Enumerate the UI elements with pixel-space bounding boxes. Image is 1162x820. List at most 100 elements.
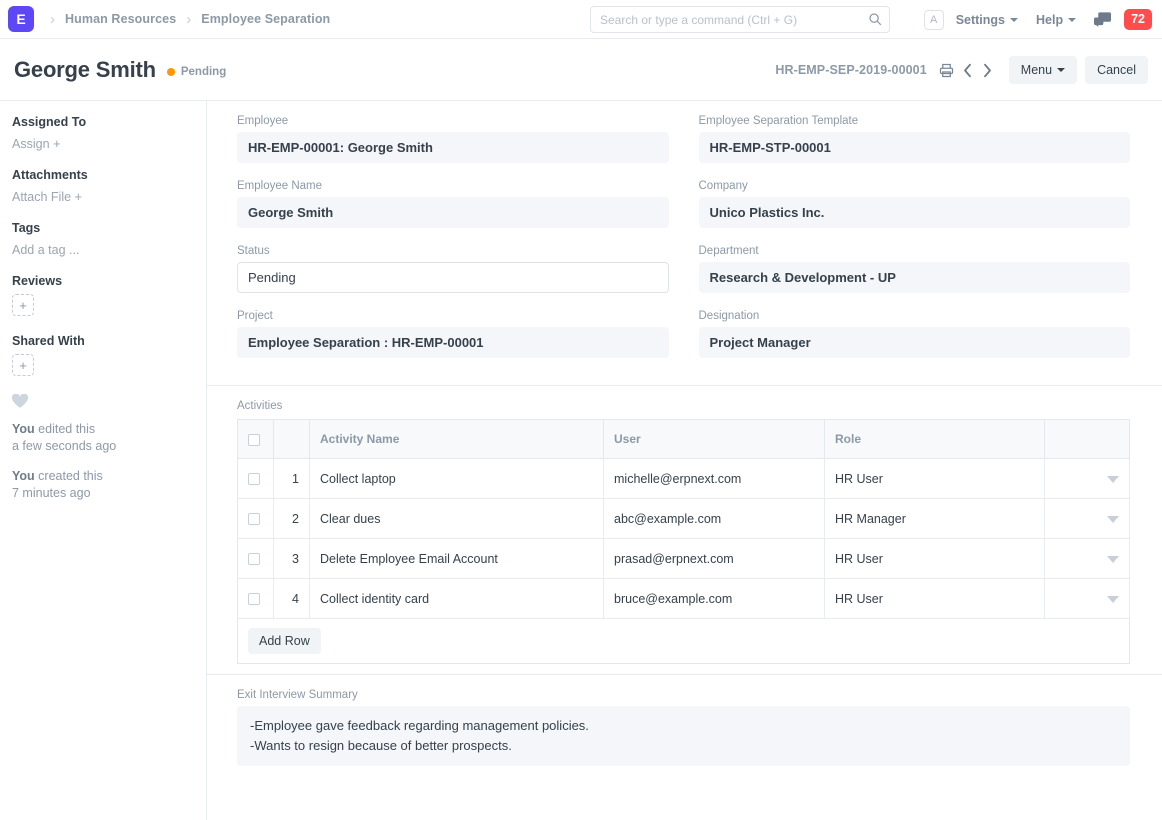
sidebar-section-assigned-to: Assigned To Assign + bbox=[12, 115, 192, 168]
cell-role[interactable]: HR Manager bbox=[824, 498, 1045, 539]
sidebar-section-reviews: Reviews + bbox=[12, 274, 192, 316]
field-employee-name: Employee Name George Smith bbox=[237, 180, 669, 228]
row-checkbox[interactable] bbox=[248, 553, 260, 566]
select-all-checkbox[interactable] bbox=[248, 433, 260, 446]
table-row[interactable]: 4 Collect identity card bruce@example.co… bbox=[237, 578, 1130, 619]
add-shared-user-button[interactable]: + bbox=[12, 354, 34, 376]
field-value-separation-template[interactable]: HR-EMP-STP-00001 bbox=[698, 132, 1130, 163]
row-expand-icon[interactable] bbox=[1107, 475, 1119, 483]
settings-menu[interactable]: Settings bbox=[956, 13, 1018, 27]
field-label: Status bbox=[237, 245, 270, 257]
row-checkbox[interactable] bbox=[248, 513, 260, 526]
field-value-project[interactable]: Employee Separation : HR-EMP-00001 bbox=[237, 327, 669, 358]
help-label: Help bbox=[1036, 12, 1064, 27]
cell-activity-name[interactable]: Collect identity card bbox=[309, 578, 604, 619]
assign-link[interactable]: Assign + bbox=[12, 136, 61, 151]
table-row[interactable]: 1 Collect laptop michelle@erpnext.com HR… bbox=[237, 458, 1130, 499]
app-logo-icon[interactable]: E bbox=[8, 6, 34, 32]
add-row-button[interactable]: Add Row bbox=[248, 628, 321, 654]
search-icon[interactable] bbox=[868, 12, 882, 26]
add-review-button[interactable]: + bbox=[12, 294, 34, 316]
page-header-actions: HR-EMP-SEP-2019-00001 Menu Cancel bbox=[775, 39, 1148, 101]
chevron-down-icon bbox=[1010, 17, 1018, 22]
exit-interview-section: Exit Interview Summary -Employee gave fe… bbox=[207, 674, 1162, 793]
page-header: George Smith Pending HR-EMP-SEP-2019-000… bbox=[0, 39, 1162, 101]
row-index: 1 bbox=[273, 458, 310, 499]
cell-activity-name[interactable]: Clear dues bbox=[309, 498, 604, 539]
attach-file-link[interactable]: Attach File + bbox=[12, 189, 82, 204]
row-expand-icon[interactable] bbox=[1107, 555, 1119, 563]
column-header-activity-name[interactable]: Activity Name bbox=[309, 419, 604, 459]
details-left-column: Employee HR-EMP-00001: George Smith Empl… bbox=[237, 115, 669, 375]
next-document-icon[interactable] bbox=[981, 63, 994, 78]
cell-activity-name[interactable]: Collect laptop bbox=[309, 458, 604, 499]
table-row[interactable]: 3 Delete Employee Email Account prasad@e… bbox=[237, 538, 1130, 579]
cell-row-actions bbox=[1044, 578, 1130, 619]
breadcrumb-item-employee-separation[interactable]: Employee Separation bbox=[201, 12, 330, 26]
field-exit-interview-summary: Exit Interview Summary -Employee gave fe… bbox=[237, 689, 1130, 766]
breadcrumb-item-human-resources[interactable]: Human Resources bbox=[65, 12, 176, 26]
field-value-department[interactable]: Research & Development - UP bbox=[698, 262, 1130, 293]
assign-label: Assign bbox=[12, 137, 50, 151]
previous-document-icon[interactable] bbox=[961, 63, 974, 78]
cancel-button[interactable]: Cancel bbox=[1085, 56, 1148, 84]
cell-user[interactable]: bruce@example.com bbox=[603, 578, 825, 619]
print-icon[interactable] bbox=[939, 63, 954, 78]
field-value-designation[interactable]: Project Manager bbox=[698, 327, 1130, 358]
add-tag-link[interactable]: Add a tag ... bbox=[12, 243, 79, 257]
field-label: Designation bbox=[698, 310, 760, 322]
activities-label: Activities bbox=[237, 400, 283, 412]
field-employee: Employee HR-EMP-00001: George Smith bbox=[237, 115, 669, 163]
column-header-role[interactable]: Role bbox=[824, 419, 1045, 459]
row-checkbox[interactable] bbox=[248, 473, 260, 486]
details-right-column: Employee Separation Template HR-EMP-STP-… bbox=[698, 115, 1130, 375]
row-expand-icon[interactable] bbox=[1107, 515, 1119, 523]
cell-role[interactable]: HR User bbox=[824, 458, 1045, 499]
menu-button[interactable]: Menu bbox=[1008, 56, 1078, 84]
cell-role[interactable]: HR User bbox=[824, 538, 1045, 579]
cell-activity-name[interactable]: Delete Employee Email Account bbox=[309, 538, 604, 579]
activity-actor: You bbox=[12, 422, 35, 436]
avatar[interactable]: A bbox=[923, 9, 944, 30]
field-designation: Designation Project Manager bbox=[698, 310, 1130, 358]
like-heart-icon[interactable] bbox=[12, 394, 192, 409]
cell-user[interactable]: michelle@erpnext.com bbox=[603, 458, 825, 499]
field-label: Department bbox=[698, 245, 759, 257]
field-value-employee-name[interactable]: George Smith bbox=[237, 197, 669, 228]
column-header-user[interactable]: User bbox=[603, 419, 825, 459]
cell-row-actions bbox=[1044, 538, 1130, 579]
cell-role[interactable]: HR User bbox=[824, 578, 1045, 619]
exit-summary-line-2: -Wants to resign because of better prosp… bbox=[250, 738, 512, 753]
shared-with-heading: Shared With bbox=[12, 334, 85, 348]
help-menu[interactable]: Help bbox=[1036, 12, 1077, 27]
field-label: Employee Name bbox=[237, 180, 323, 192]
activity-action: created this bbox=[34, 469, 103, 483]
field-status: Status Pending bbox=[237, 245, 669, 293]
assigned-to-heading: Assigned To bbox=[12, 115, 87, 129]
status-dot-icon bbox=[166, 67, 175, 76]
settings-label: Settings bbox=[955, 12, 1005, 27]
attachments-heading: Attachments bbox=[12, 168, 88, 182]
row-select-cell bbox=[237, 498, 274, 539]
document-name: HR-EMP-SEP-2019-00001 bbox=[775, 63, 927, 77]
chat-icon[interactable] bbox=[1094, 11, 1112, 28]
add-row-bar: Add Row bbox=[237, 619, 1130, 664]
row-expand-icon[interactable] bbox=[1107, 595, 1119, 603]
field-label: Company bbox=[698, 180, 748, 192]
activity-action: edited this bbox=[34, 422, 96, 436]
cell-user[interactable]: prasad@erpnext.com bbox=[603, 538, 825, 579]
cell-row-actions bbox=[1044, 498, 1130, 539]
notification-badge[interactable]: 72 bbox=[1124, 9, 1152, 30]
table-row[interactable]: 2 Clear dues abc@example.com HR Manager bbox=[237, 498, 1130, 539]
field-value-status[interactable]: Pending bbox=[237, 262, 669, 293]
row-select-cell bbox=[237, 458, 274, 499]
field-project: Project Employee Separation : HR-EMP-000… bbox=[237, 310, 669, 358]
column-header-actions bbox=[1044, 419, 1130, 459]
row-checkbox[interactable] bbox=[248, 593, 260, 606]
field-value-employee[interactable]: HR-EMP-00001: George Smith bbox=[237, 132, 669, 163]
field-value-company[interactable]: Unico Plastics Inc. bbox=[698, 197, 1130, 228]
chevron-down-icon bbox=[1068, 17, 1077, 22]
search-input[interactable] bbox=[590, 6, 890, 33]
field-value-exit-interview-summary[interactable]: -Employee gave feedback regarding manage… bbox=[237, 706, 1130, 766]
cell-user[interactable]: abc@example.com bbox=[603, 498, 825, 539]
